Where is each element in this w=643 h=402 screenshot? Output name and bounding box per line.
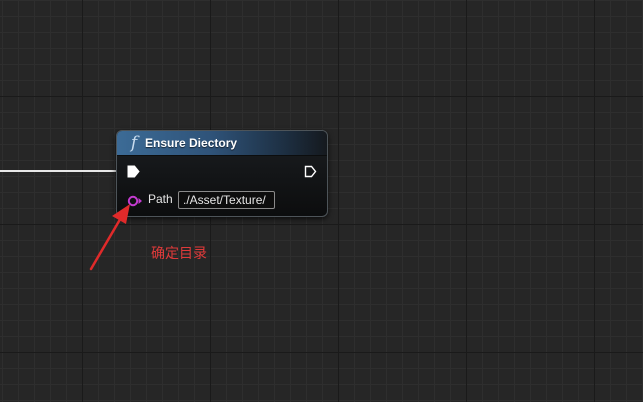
- node-title: Ensure Diectory: [145, 136, 238, 150]
- path-label: Path: [148, 192, 173, 206]
- annotation-label: 确定目录: [151, 246, 207, 262]
- exec-out-pin-icon[interactable]: [304, 165, 317, 178]
- function-icon: f: [130, 133, 138, 153]
- ensure-directory-node[interactable]: f Ensure Diectory Path: [116, 130, 328, 217]
- annotation-arrow-icon: [89, 204, 130, 271]
- path-input[interactable]: [178, 191, 275, 209]
- exec-wire[interactable]: [0, 170, 118, 172]
- exec-in-pin-icon[interactable]: [127, 165, 140, 178]
- node-header[interactable]: f Ensure Diectory: [117, 131, 327, 156]
